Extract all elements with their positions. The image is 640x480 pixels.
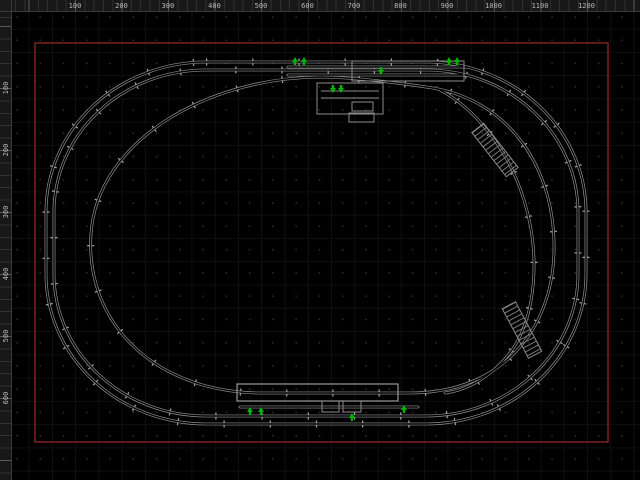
ruler-vertical: 100 200 300 400 500 600 <box>0 12 12 480</box>
ruler-label: 100 <box>68 2 82 10</box>
ruler-label: 400 <box>208 2 221 10</box>
ruler-label: 500 <box>254 2 268 10</box>
track-plan-svg <box>34 42 609 443</box>
ruler-corner <box>0 0 12 12</box>
ruler-label: 300 <box>2 205 10 219</box>
switch-arrows <box>247 57 460 421</box>
ruler-label: 800 <box>394 2 407 10</box>
ruler-label: 300 <box>161 2 175 10</box>
yard-box[interactable] <box>316 82 384 123</box>
ruler-label: 1000 <box>485 2 502 10</box>
ruler-label: 100 <box>2 81 10 95</box>
switch-arrow-icon[interactable] <box>330 85 336 93</box>
ruler-label: 1100 <box>531 2 549 10</box>
ruler-horizontal: 100 200 300 400 500 600 700 800 900 1000… <box>12 0 640 12</box>
ruler-label: 200 <box>2 143 10 157</box>
rail-joint-marks <box>46 62 586 424</box>
track-plan-app-window: 100 200 300 400 500 600 700 800 900 1000… <box>0 0 640 480</box>
track-loops[interactable] <box>44 60 588 426</box>
ruler-label: 1200 <box>578 2 595 10</box>
switch-arrow-icon[interactable] <box>292 57 298 65</box>
switch-arrow-icon[interactable] <box>338 85 344 93</box>
switch-arrow-icon[interactable] <box>301 57 307 65</box>
ruler-label: 900 <box>440 2 454 10</box>
ruler-label: 500 <box>2 329 10 343</box>
outer-loop-track[interactable] <box>44 60 588 426</box>
drawing-canvas[interactable] <box>12 12 640 480</box>
ruler-label: 700 <box>347 2 361 10</box>
ruler-label: 400 <box>2 267 10 281</box>
ruler-label: 200 <box>115 2 128 10</box>
ruler-label: 600 <box>301 2 314 10</box>
ruler-label: 600 <box>2 391 10 405</box>
